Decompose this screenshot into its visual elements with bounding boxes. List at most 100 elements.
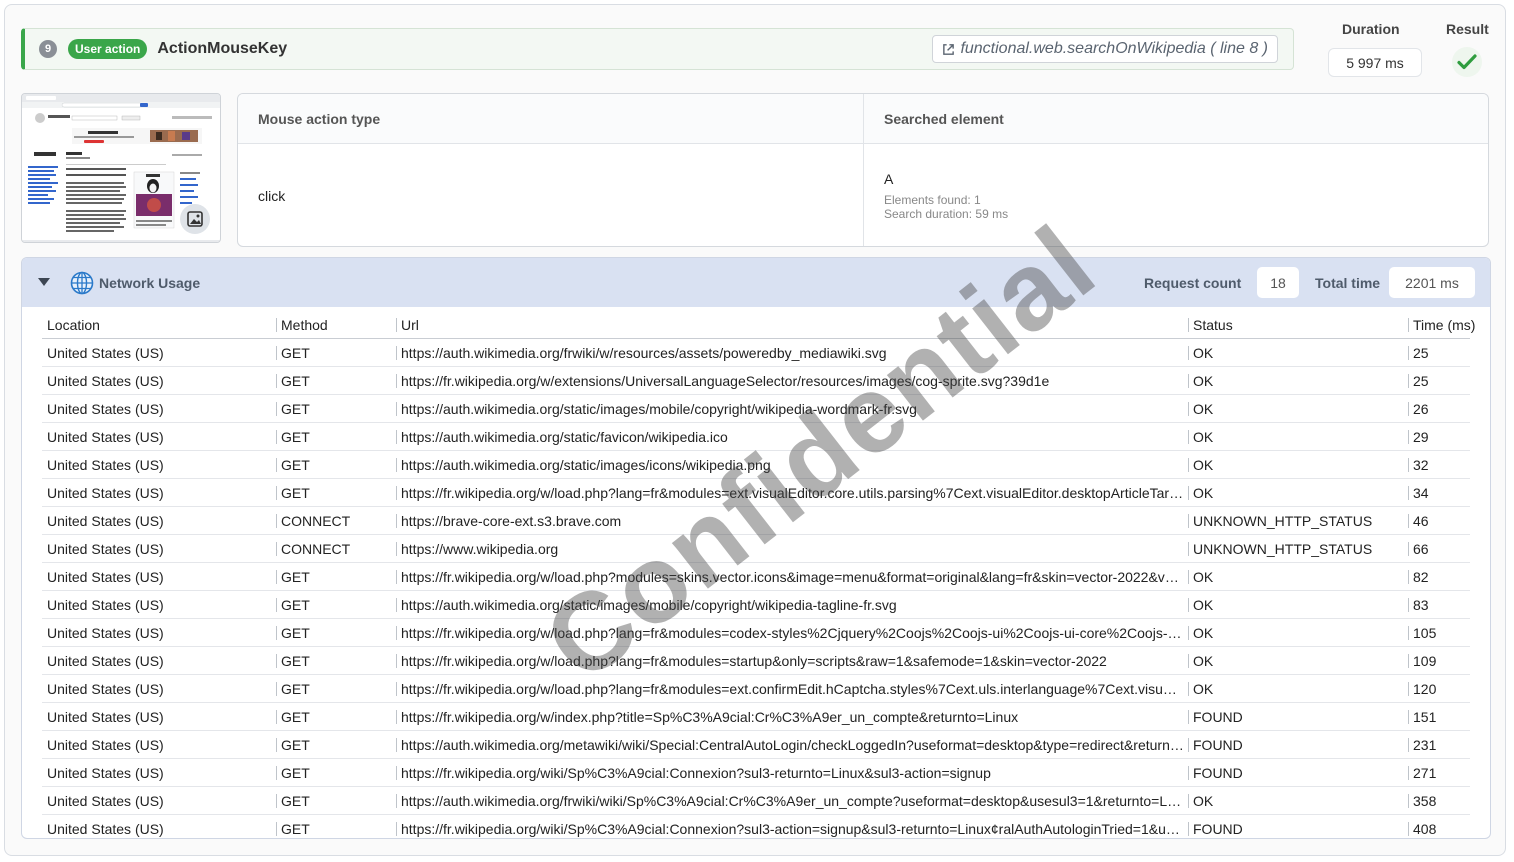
action-details-table: Mouse action type Searched element click…	[237, 93, 1489, 247]
cell-status: OK	[1193, 793, 1214, 809]
step-action-name: ActionMouseKey	[157, 40, 288, 57]
cell-location: United States (US)	[47, 793, 164, 809]
column-separator	[276, 430, 277, 444]
table-row[interactable]: United States (US) GET https://fr.wikipedi…	[22, 703, 1490, 731]
table-row[interactable]: United States (US) GET https://auth.wikime…	[22, 731, 1490, 759]
column-separator	[1188, 486, 1189, 500]
table-row[interactable]: United States (US) GET https://fr.wikipedi…	[22, 619, 1490, 647]
column-separator	[1408, 682, 1409, 696]
column-separator	[396, 486, 397, 500]
column-separator	[1408, 486, 1409, 500]
cell-url: https://auth.wikimedia.org/metawiki/wiki…	[401, 737, 1184, 753]
column-separator	[1408, 794, 1409, 808]
cell-location: United States (US)	[47, 513, 164, 529]
column-separator	[1408, 542, 1409, 556]
column-header-time[interactable]: Time (ms)	[1413, 317, 1483, 333]
cell-status: FOUND	[1193, 737, 1243, 753]
column-separator	[276, 542, 277, 556]
duration-label: Duration	[1342, 21, 1400, 37]
cell-status: OK	[1193, 569, 1214, 585]
table-row[interactable]: United States (US) GET https://fr.wikipedi…	[22, 647, 1490, 675]
network-usage-panel: Network Usage Request count 18 Total tim…	[21, 257, 1491, 839]
cell-method: GET	[281, 793, 310, 809]
check-icon	[1452, 47, 1482, 77]
cell-status: UNKNOWN_HTTP_STATUS	[1193, 541, 1373, 557]
column-separator	[396, 738, 397, 752]
table-row[interactable]: United States (US) GET https://auth.wikime…	[22, 787, 1490, 815]
cell-status: OK	[1193, 457, 1214, 473]
cell-method: GET	[281, 401, 310, 417]
caret-down-icon[interactable]	[37, 277, 51, 287]
cell-status: OK	[1193, 597, 1214, 613]
cell-location: United States (US)	[47, 821, 164, 837]
cell-location: United States (US)	[47, 373, 164, 389]
cell-location: United States (US)	[47, 765, 164, 781]
table-row[interactable]: United States (US) CONNECT https://brave-c…	[22, 507, 1490, 535]
column-separator	[1188, 458, 1189, 472]
column-header-status[interactable]: Status	[1193, 317, 1403, 333]
column-separator	[1408, 598, 1409, 612]
column-separator	[1408, 374, 1409, 388]
cell-method: GET	[281, 625, 310, 641]
table-row[interactable]: United States (US) GET https://auth.wikime…	[22, 591, 1490, 619]
column-header-location[interactable]: Location	[47, 317, 272, 333]
column-separator	[396, 542, 397, 556]
cell-url: https://fr.wikipedia.org/w/index.php?tit…	[401, 709, 1019, 725]
column-header-method[interactable]: Method	[281, 317, 391, 333]
column-separator	[1188, 710, 1189, 724]
column-separator	[276, 822, 277, 836]
table-row[interactable]: United States (US) GET https://fr.wikipedi…	[22, 479, 1490, 507]
table-row[interactable]: United States (US) GET https://fr.wikipedi…	[22, 563, 1490, 591]
cell-status: OK	[1193, 401, 1214, 417]
cell-status: OK	[1193, 681, 1214, 697]
step-header[interactable]: 9 User action ActionMouseKey functional.…	[21, 28, 1294, 70]
cell-time: 25	[1413, 373, 1429, 389]
column-separator	[276, 654, 277, 668]
cell-time: 271	[1413, 765, 1437, 781]
total-time-label: Total time	[1315, 275, 1381, 291]
column-separator	[396, 430, 397, 444]
cell-url: https://fr.wikipedia.org/w/extensions/Un…	[401, 373, 1050, 389]
table-row[interactable]: United States (US) GET https://fr.wikipedi…	[22, 815, 1490, 838]
table-row[interactable]: United States (US) GET https://auth.wikime…	[22, 339, 1490, 367]
cell-location: United States (US)	[47, 681, 164, 697]
table-row[interactable]: United States (US) GET https://fr.wikipedi…	[22, 675, 1490, 703]
cell-url: https://fr.wikipedia.org/wiki/Sp%C3%A9ci…	[401, 765, 991, 781]
mouse-action-type-header: Mouse action type	[258, 111, 381, 127]
column-separator	[1408, 402, 1409, 416]
column-separator	[276, 766, 277, 780]
column-separator	[1188, 318, 1189, 332]
mouse-action-type-value: click	[258, 188, 286, 204]
column-separator	[1188, 402, 1189, 416]
step-type-badge: User action	[68, 39, 148, 59]
table-row[interactable]: United States (US) GET https://fr.wikipedi…	[22, 367, 1490, 395]
cell-method: GET	[281, 373, 310, 389]
screenshot-thumbnail[interactable]	[21, 93, 221, 243]
image-icon[interactable]	[180, 204, 210, 234]
table-row[interactable]: United States (US) GET https://auth.wikime…	[22, 451, 1490, 479]
source-link[interactable]: functional.web.searchOnWikipedia ( line …	[932, 35, 1278, 63]
table-row[interactable]: United States (US) GET https://auth.wikime…	[22, 423, 1490, 451]
column-header-url[interactable]: Url	[401, 317, 1184, 333]
cell-method: GET	[281, 653, 310, 669]
column-separator	[396, 682, 397, 696]
table-row[interactable]: United States (US) GET https://fr.wikipedi…	[22, 759, 1490, 787]
column-separator	[1188, 822, 1189, 836]
column-separator	[1188, 626, 1189, 640]
cell-url: https://auth.wikimedia.org/static/images…	[401, 401, 917, 417]
cell-location: United States (US)	[47, 485, 164, 501]
column-separator	[1408, 570, 1409, 584]
result-label: Result	[1446, 21, 1489, 37]
cell-time: 66	[1413, 541, 1429, 557]
table-row[interactable]: United States (US) CONNECT https://www.wik…	[22, 535, 1490, 563]
cell-method: GET	[281, 681, 310, 697]
table-row[interactable]: United States (US) GET https://auth.wikime…	[22, 395, 1490, 423]
column-separator	[1188, 654, 1189, 668]
request-count-value: 18	[1257, 267, 1299, 298]
column-separator	[1408, 738, 1409, 752]
cell-location: United States (US)	[47, 457, 164, 473]
network-usage-header[interactable]: Network Usage Request count 18 Total tim…	[22, 258, 1490, 307]
cell-location: United States (US)	[47, 709, 164, 725]
cell-url: https://auth.wikimedia.org/frwiki/wiki/S…	[401, 793, 1184, 809]
cell-time: 34	[1413, 485, 1429, 501]
